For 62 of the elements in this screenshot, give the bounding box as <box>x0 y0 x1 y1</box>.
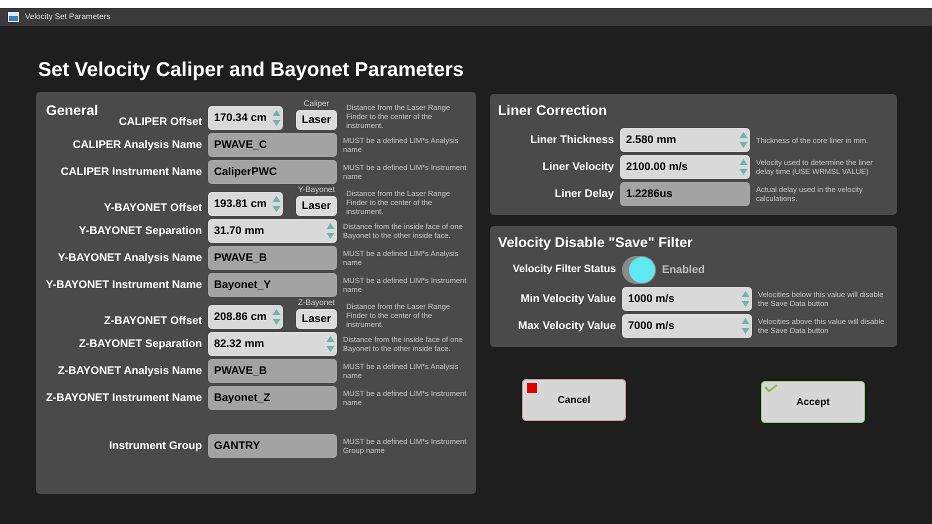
filter-toggle[interactable] <box>622 256 656 284</box>
spin-field[interactable]: 31.70 mm <box>208 219 338 243</box>
offset-spin-field[interactable]: 208.86 cm <box>208 305 283 329</box>
spinner-arrows-icon[interactable] <box>741 317 750 335</box>
spinner-arrows-icon[interactable] <box>272 308 281 326</box>
field-label: Y-BAYONET Analysis Name <box>56 250 202 266</box>
stop-icon <box>527 383 537 393</box>
text-field[interactable]: GANTRY <box>208 434 338 458</box>
field-label: CALIPER Analysis Name <box>72 138 202 153</box>
field-label: Z-BAYONET Analysis Name <box>56 364 202 379</box>
text-field[interactable]: 1.2286us <box>620 182 750 206</box>
text-field[interactable]: CaliperPWC <box>208 160 338 184</box>
offset-spin-field[interactable]: 170.34 cm <box>208 106 283 130</box>
field-label: Velocity Filter Status <box>512 262 616 278</box>
field-label: Max Velocity Value <box>517 318 616 334</box>
window-icon <box>8 12 19 22</box>
text-field[interactable]: PWAVE_C <box>208 133 338 157</box>
spin-field[interactable]: 82.32 mm <box>208 332 338 356</box>
field-label: Z-BAYONET Instrument Name <box>44 390 202 406</box>
spinner-arrows-icon[interactable] <box>326 335 336 353</box>
field-caption: Caliper <box>304 98 330 110</box>
field-label: Liner Thickness <box>529 132 614 148</box>
offset-spin-field[interactable]: 193.81 cm <box>208 192 283 216</box>
field-label: Y-BAYONET Separation <box>78 224 202 239</box>
text-field[interactable]: Bayonet_Y <box>208 273 338 297</box>
field-label: Liner Velocity <box>541 160 614 175</box>
window-title: Velocity Set Parameters <box>25 11 110 23</box>
spin-field[interactable]: 2.580 mm <box>620 128 750 152</box>
spinner-arrows-icon[interactable] <box>272 109 281 127</box>
spinner-arrows-icon[interactable] <box>272 195 281 213</box>
field-label: Liner Delay <box>554 186 614 202</box>
field-label: CALIPER Offset <box>118 114 202 130</box>
laser-button[interactable]: Laser <box>296 196 338 216</box>
cancel-button[interactable]: Cancel <box>522 379 626 421</box>
field-label: Y-BAYONET Instrument Name <box>44 278 202 293</box>
text-field[interactable]: PWAVE_B <box>208 246 338 270</box>
field-label: Z-BAYONET Offset <box>103 314 202 328</box>
text-field[interactable]: PWAVE_B <box>208 359 338 383</box>
spinner-arrows-icon[interactable] <box>739 158 748 176</box>
field-label: Instrument Group <box>108 438 202 454</box>
laser-button[interactable]: Laser <box>296 110 338 130</box>
panel-title: Liner Correction <box>498 101 608 120</box>
laser-button[interactable]: Laser <box>296 309 338 329</box>
spin-field[interactable]: 2100.00 m/s <box>620 155 750 179</box>
accept-button[interactable]: Accept <box>761 381 865 423</box>
toggle-status: Enabled <box>662 262 705 278</box>
spinner-arrows-icon[interactable] <box>741 290 750 308</box>
field-label: Y-BAYONET Offset <box>102 200 202 216</box>
spinner-arrows-icon[interactable] <box>739 131 748 149</box>
field-label: CALIPER Instrument Name <box>60 164 202 180</box>
panel-title: General <box>46 101 98 120</box>
spin-field[interactable]: 1000 m/s <box>622 287 752 311</box>
spin-field[interactable]: 7000 m/s <box>622 314 752 338</box>
field-label: Min Velocity Value <box>520 292 616 307</box>
field-caption: Y-Bayonet <box>298 184 335 196</box>
field-label: Z-BAYONET Separation <box>78 336 202 352</box>
panel-title: Velocity Disable "Save" Filter <box>498 233 694 252</box>
field-caption: Z-Bayonet <box>298 297 335 309</box>
text-field[interactable]: Bayonet_Z <box>208 386 338 410</box>
page-heading: Set Velocity Caliper and Bayonet Parameters <box>38 58 465 83</box>
check-icon <box>764 383 778 393</box>
spinner-arrows-icon[interactable] <box>326 222 336 240</box>
